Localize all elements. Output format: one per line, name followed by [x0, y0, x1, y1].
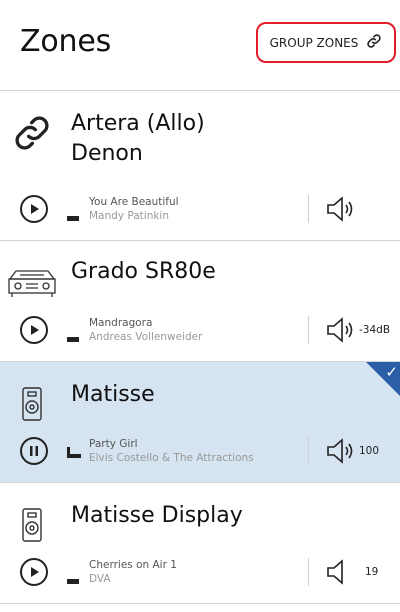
track-title: Party Girl	[89, 438, 138, 450]
speaker-low-icon	[327, 559, 343, 585]
track-title: Mandragora	[89, 317, 153, 329]
play-button[interactable]	[20, 195, 48, 223]
speaker-high-icon	[327, 196, 353, 222]
now-playing: You Are Beautiful Mandy Patinkin	[89, 195, 299, 223]
play-icon	[31, 325, 39, 335]
volume-control[interactable]	[325, 194, 359, 224]
zone-item-grado[interactable]: Grado SR80e Mandragora Andreas Vollenwei…	[0, 241, 400, 362]
play-icon	[31, 567, 39, 577]
zone-item-matisse-display[interactable]: Matisse Display Cherries on Air 1 DVA 19	[0, 483, 400, 604]
group-zones-button[interactable]: GROUP ZONES	[256, 22, 396, 63]
page-title: Zones	[20, 24, 112, 59]
speaker-high-icon	[327, 317, 353, 343]
divider	[308, 437, 309, 465]
link-icon	[366, 33, 382, 52]
quality-icon	[67, 443, 81, 462]
volume-level: 19	[365, 566, 379, 578]
now-playing: Cherries on Air 1 DVA	[89, 558, 299, 586]
speaker-high-icon	[327, 438, 353, 464]
amplifier-icon	[6, 257, 58, 309]
quality-icon	[67, 327, 79, 346]
volume-level: 100	[359, 445, 380, 457]
speaker-device-icon	[6, 378, 58, 430]
volume-control[interactable]: 100	[325, 436, 379, 466]
track-artist: DVA	[89, 573, 111, 585]
group-zones-label: GROUP ZONES	[269, 35, 359, 50]
speaker-device-icon	[6, 499, 58, 551]
zone-name: Artera (Allo) Denon	[71, 111, 205, 166]
play-button[interactable]	[20, 558, 48, 586]
checkmark-icon: ✓	[385, 363, 398, 381]
pause-icon	[30, 446, 38, 456]
divider	[308, 195, 309, 223]
divider	[308, 316, 309, 344]
quality-icon	[67, 206, 79, 225]
track-title: You Are Beautiful	[89, 196, 179, 208]
now-playing: Mandragora Andreas Vollenweider	[89, 316, 299, 344]
track-title: Cherries on Air 1	[89, 559, 177, 571]
play-icon	[31, 204, 39, 214]
track-artist: Andreas Vollenweider	[89, 331, 203, 343]
zone-item-matisse[interactable]: ✓ Matisse Party Girl Elvis Costello & Th…	[0, 362, 400, 483]
track-artist: Mandy Patinkin	[89, 210, 170, 222]
pause-button[interactable]	[20, 437, 48, 465]
header: Zones GROUP ZONES	[0, 0, 400, 91]
now-playing: Party Girl Elvis Costello & The Attracti…	[89, 437, 299, 465]
zone-item-artera[interactable]: Artera (Allo) Denon You Are Beautiful Ma…	[0, 91, 400, 241]
quality-icon	[67, 569, 79, 588]
volume-control[interactable]: -34dB	[325, 315, 390, 345]
zone-name: Matisse Display	[71, 503, 243, 528]
play-button[interactable]	[20, 316, 48, 344]
zone-name: Grado SR80e	[71, 259, 216, 284]
divider	[308, 558, 309, 586]
volume-level: -34dB	[359, 324, 391, 336]
volume-control[interactable]: 19	[325, 557, 378, 587]
track-artist: Elvis Costello & The Attractions	[89, 452, 254, 464]
link-icon	[6, 107, 58, 159]
zone-name: Matisse	[71, 382, 155, 407]
